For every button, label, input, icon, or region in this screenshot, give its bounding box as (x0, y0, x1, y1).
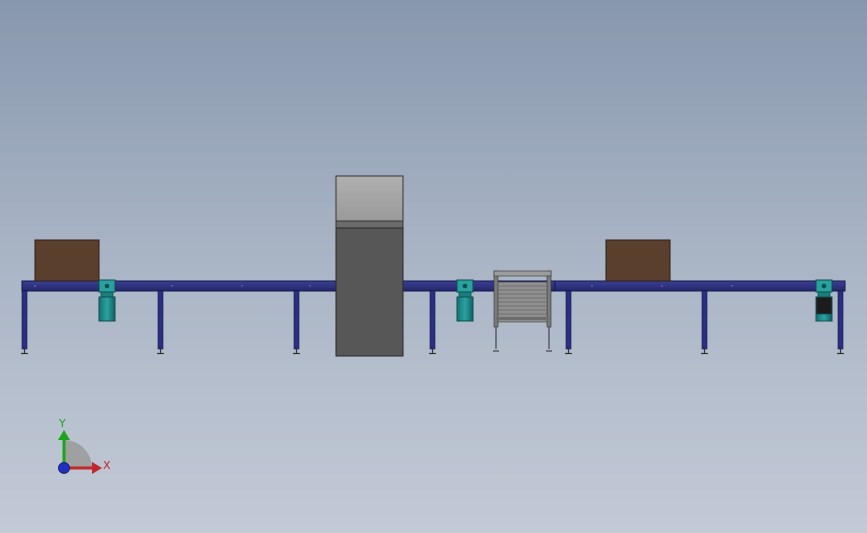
z-axis-dot (58, 462, 70, 474)
drive-motor-left (98, 279, 116, 322)
conveyor-leg (21, 290, 28, 350)
machine-body (335, 227, 404, 357)
belt-mark (241, 285, 243, 287)
motor-end-cap (815, 313, 833, 322)
conveyor-leg (701, 290, 708, 350)
conveyor-leg (565, 290, 572, 350)
motor-body (98, 296, 116, 322)
cardboard-box-left (34, 239, 100, 282)
belt-mark (591, 285, 593, 287)
y-axis-label: Y (58, 417, 66, 430)
conveyor-legs-left (21, 290, 300, 350)
leveling-feet-left (21, 349, 300, 355)
gearbox-shaft (104, 283, 110, 289)
roller-frame-top (493, 270, 552, 277)
conveyor-leg (837, 290, 844, 350)
belt-mark (171, 285, 173, 287)
motor-flange (817, 291, 831, 298)
conveyor-belt-left (21, 280, 339, 292)
belt-mark (34, 285, 36, 287)
cardboard-box-right (605, 239, 671, 282)
coordinate-triad: Y X (58, 417, 111, 474)
conveyor-leg (157, 290, 164, 350)
drive-motor-right (815, 279, 833, 322)
conveyor-leg (293, 290, 300, 350)
gearbox-shaft (821, 283, 827, 289)
motor-body (456, 296, 474, 322)
conveyor-left (21, 239, 339, 355)
x-axis-arrow (92, 462, 102, 474)
x-axis-label: X (103, 459, 111, 472)
machine-band (335, 220, 404, 229)
roller-unit-feet (493, 327, 552, 352)
belt-mark (731, 285, 733, 287)
triad-plane-sector (64, 440, 92, 468)
motor-flange (100, 291, 114, 298)
motor-flange (458, 291, 472, 298)
gearbox-shaft (462, 283, 468, 289)
inspection-machine (335, 175, 404, 357)
machine-top-hood (335, 175, 404, 222)
conveyor-leg (429, 290, 436, 350)
cad-viewport[interactable]: Y X (0, 0, 867, 533)
drive-motor-middle (456, 279, 474, 322)
conveyor-right (554, 239, 846, 355)
y-axis-arrow (58, 430, 70, 440)
roller-unit (493, 270, 552, 352)
conveyor-belt-right (554, 280, 846, 292)
belt-mark (309, 285, 311, 287)
belt-mark (661, 285, 663, 287)
roller-crossbar (496, 317, 549, 320)
conveyor-assembly-drawing: Y X (21, 175, 846, 474)
